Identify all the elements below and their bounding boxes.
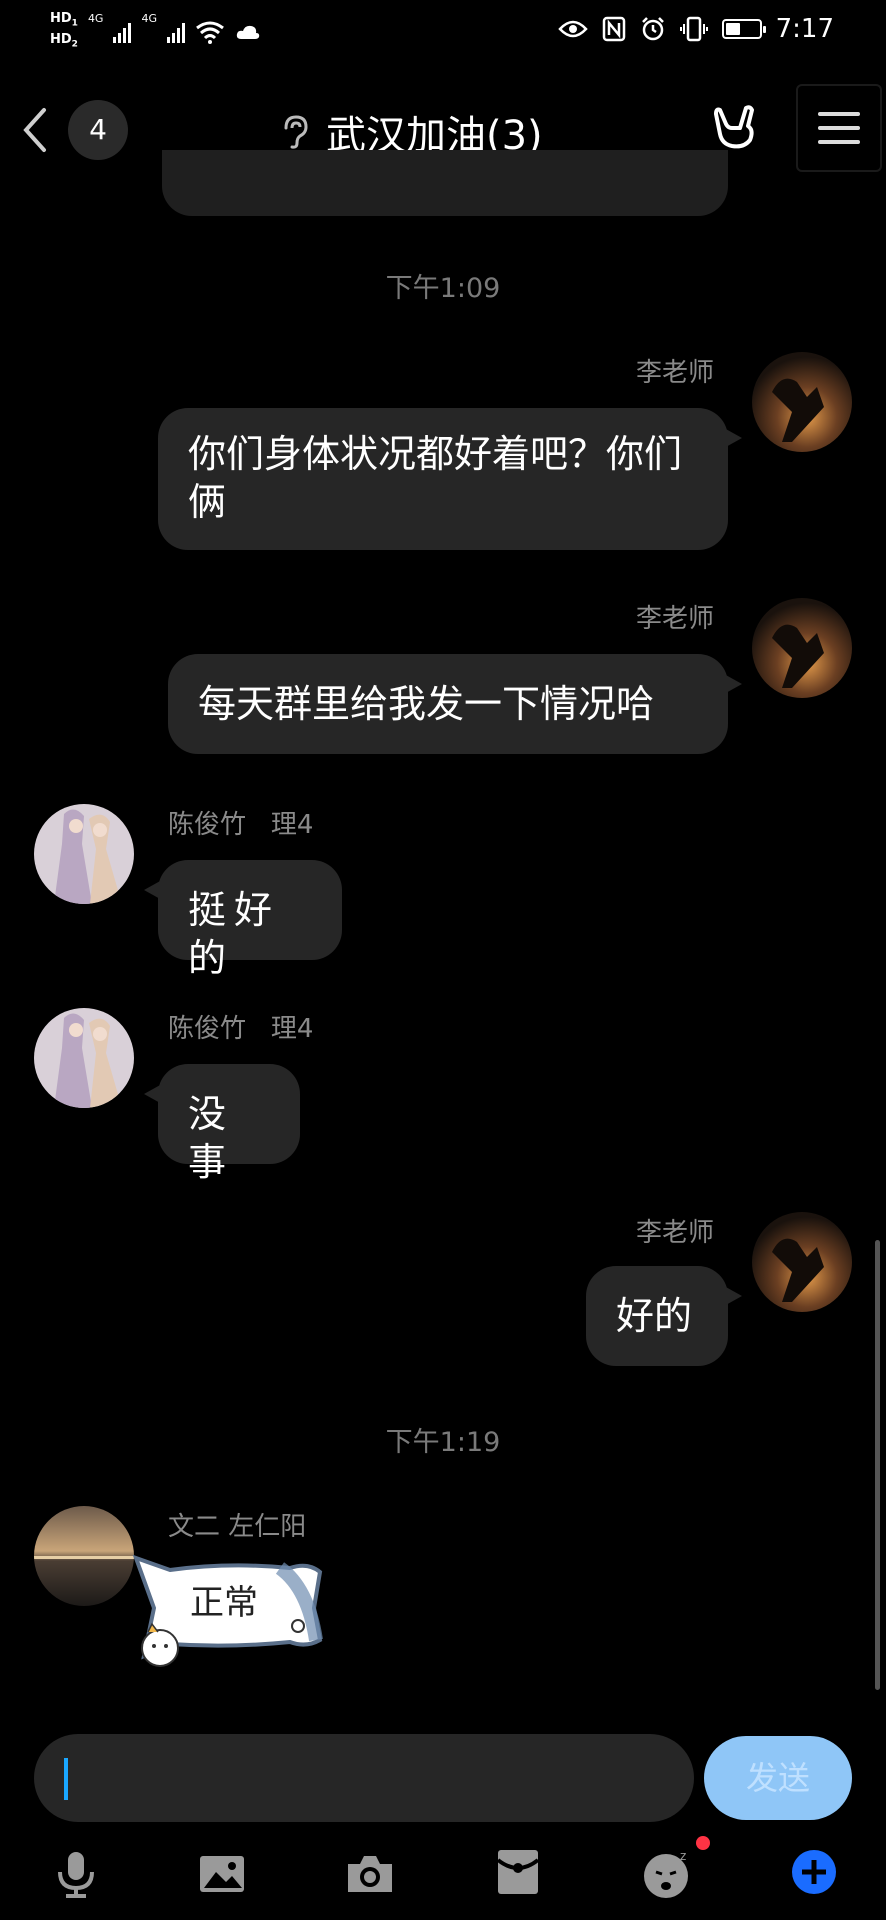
message-input[interactable]: [34, 1734, 694, 1822]
alarm-icon: [641, 17, 664, 41]
back-icon[interactable]: [16, 104, 52, 156]
vibrate-icon: [679, 16, 708, 42]
svg-text:z: z: [680, 1849, 686, 1863]
avatar[interactable]: [34, 1506, 134, 1606]
message-bubble[interactable]: 没事: [144, 1064, 300, 1184]
cloud-icon: [236, 25, 260, 39]
sim1-label: HD: [50, 11, 72, 26]
plus-icon[interactable]: [788, 1846, 840, 1898]
sim1-index: 1: [71, 18, 78, 29]
sender-name: 陈俊竹 理4: [168, 1008, 313, 1045]
status-bar: HD1 HD2 4G 4G 7:17: [0, 0, 886, 66]
avatar[interactable]: [752, 598, 852, 698]
sender-name-text: 陈俊竹: [168, 810, 247, 840]
sender-name: 李老师: [635, 1218, 714, 1248]
signal2-icon: [167, 21, 185, 43]
microphone-icon[interactable]: [50, 1848, 102, 1900]
wifi-icon: [196, 21, 224, 44]
clock: 7:17: [775, 14, 834, 44]
sender-name: 李老师: [635, 604, 714, 634]
nfc-icon: [602, 16, 625, 42]
status-left: HD1 HD2 4G 4G: [50, 12, 261, 51]
sender-tag: 理4: [270, 1014, 314, 1044]
emoji-icon[interactable]: z: [640, 1848, 692, 1900]
avatar[interactable]: [34, 804, 134, 904]
timestamp-divider: 下午1:19: [385, 1427, 501, 1458]
sender-tag: 理4: [270, 810, 314, 840]
notification-dot: [696, 1836, 710, 1850]
message-bubble[interactable]: 挺好的: [144, 860, 342, 980]
menu-button[interactable]: [796, 84, 882, 172]
rock-hand-icon[interactable]: [710, 102, 760, 152]
battery-icon: [721, 19, 766, 39]
previous-message-bubble[interactable]: [162, 150, 728, 216]
network1-label: 4G: [87, 12, 104, 25]
sender-name: 陈俊竹 理4: [168, 804, 313, 841]
menu-icon-line: [818, 112, 860, 116]
image-icon[interactable]: [196, 1848, 248, 1900]
text-caret: [64, 1758, 68, 1800]
ear-icon: [284, 115, 308, 149]
sender-name-text: 陈俊竹: [168, 1014, 247, 1044]
avatar[interactable]: [752, 1212, 852, 1312]
sticker-text: 正常: [190, 1583, 258, 1623]
menu-icon-line: [818, 126, 860, 130]
menu-icon-line: [818, 140, 860, 144]
fish-sticker[interactable]: 正常: [130, 1548, 326, 1674]
status-right: 7:17: [557, 14, 834, 44]
sender-name: 李老师: [635, 358, 714, 388]
eye-icon: [557, 20, 588, 38]
signal1-icon: [113, 21, 132, 43]
red-packet-icon[interactable]: [492, 1846, 544, 1898]
unread-count-badge[interactable]: 4: [68, 100, 128, 160]
timestamp-divider: 下午1:09: [385, 273, 501, 304]
message-bubble[interactable]: 每天群里给我发一下情况哈: [168, 654, 742, 754]
avatar[interactable]: [752, 352, 852, 452]
sim-indicators: HD1 HD2: [50, 12, 78, 51]
message-bubble[interactable]: 好的: [586, 1266, 742, 1366]
scrollbar[interactable]: [875, 1240, 880, 1690]
sim2-label: HD: [50, 31, 72, 47]
message-bubble[interactable]: 你们身体状况都好着吧？你们俩: [158, 408, 742, 550]
camera-icon[interactable]: [344, 1848, 396, 1900]
sender-name: 文二 左仁阳: [168, 1512, 307, 1542]
sim2-index: 2: [71, 39, 78, 50]
network2-label: 4G: [141, 12, 157, 25]
avatar[interactable]: [34, 1008, 134, 1108]
send-button[interactable]: 发送: [704, 1736, 852, 1820]
